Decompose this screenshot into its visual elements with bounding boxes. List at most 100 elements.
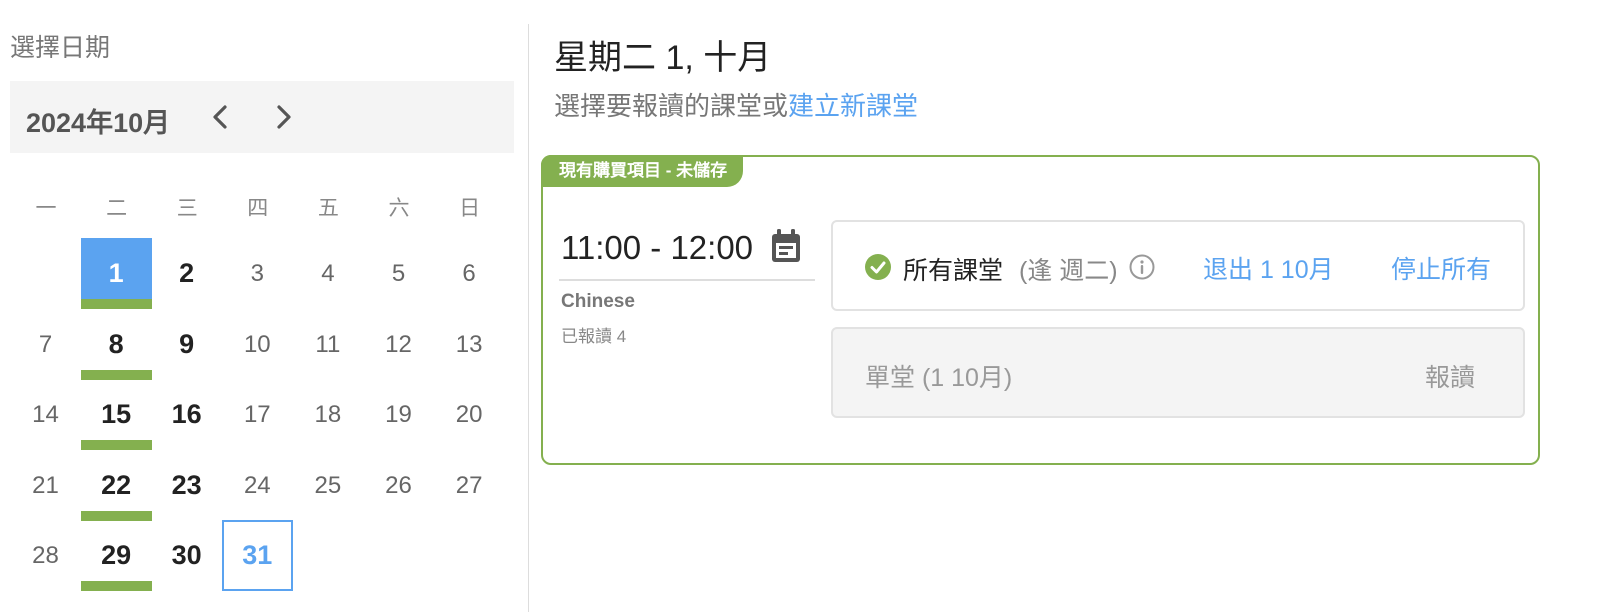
date-picker: 選擇日期 2024年10月 一二三四五六日 1 2 3 4 5 6 7 8 9 10 11 12 13 1…	[10, 0, 514, 612]
stop-all-link[interactable]: 停止所有	[1391, 250, 1491, 286]
calendar-day[interactable]: 5	[363, 238, 434, 309]
calendar-day[interactable]: 4	[292, 238, 363, 309]
calendar-day-number: 20	[455, 401, 483, 429]
calendar-day-number: 23	[171, 469, 202, 500]
class-time: 11:00 - 12:00	[561, 229, 754, 266]
weekday-label: 五	[317, 197, 339, 220]
weekday-label: 一	[35, 197, 57, 220]
calendar-day-number: 18	[314, 401, 342, 429]
calendar-day[interactable]: 25	[292, 450, 363, 521]
calendar-day[interactable]: 29	[80, 520, 152, 592]
calendar-day-number: 25	[314, 471, 342, 499]
calendar-day-number: 7	[38, 330, 53, 358]
option-all-classes[interactable]: 所有課堂 (逢 週二) 退出 1 10月 停止所有	[831, 220, 1525, 311]
enrolled-indicator	[80, 510, 152, 521]
check-circle-icon	[865, 254, 891, 280]
course-name: Chinese	[561, 291, 635, 312]
purchase-card: 現有購買項目 - 未儲存 11:00 - 12:00 Chinese 已報讀 4…	[541, 155, 1540, 465]
selected-date-title: 星期二 1, 十月	[554, 39, 772, 77]
calendar-day-number: 1	[108, 258, 124, 288]
calendar-day-number: 19	[385, 401, 412, 429]
calendar-day-number: 30	[171, 540, 202, 571]
calendar-day-number: 10	[243, 330, 271, 358]
calendar-day-number: 6	[462, 260, 476, 287]
calendar-day[interactable]: 24	[222, 450, 293, 521]
weekday-label: 日	[459, 197, 481, 220]
enrolled-indicator	[80, 299, 152, 309]
calendar-day[interactable]: 17	[222, 379, 293, 450]
weekday-label: 二	[106, 197, 128, 220]
calendar-day[interactable]: 26	[363, 450, 434, 521]
create-class-link[interactable]: 建立新課堂	[788, 91, 918, 121]
calendar-day[interactable]: 6	[434, 238, 505, 309]
panel-divider	[528, 24, 529, 612]
calendar-day[interactable]: 13	[434, 309, 505, 380]
calendar-day-number: 9	[179, 328, 195, 359]
chevron-right-icon	[277, 105, 291, 129]
calendar-day[interactable]: 12	[363, 309, 434, 380]
calendar-day[interactable]: 11	[292, 309, 363, 380]
calendar-day-number: 24	[243, 471, 271, 499]
calendar-day-number: 28	[32, 542, 59, 570]
calendar-day-number: 2	[179, 258, 195, 288]
purchase-status-tag: 現有購買項目 - 未儲存	[541, 155, 744, 187]
month-bar: 2024年10月	[10, 81, 514, 153]
calendar-day[interactable]: 14	[10, 379, 81, 450]
calendar-day[interactable]: 9	[151, 309, 222, 380]
calendar-day[interactable]: 8	[80, 309, 152, 380]
option-single-class[interactable]: 單堂 (1 10月) 報讀	[831, 327, 1525, 418]
calendar-day-number: 15	[101, 399, 132, 430]
calendar-day-number: 31	[242, 540, 273, 571]
calendar-day[interactable]: 2	[151, 238, 222, 309]
calendar-day[interactable]: 21	[10, 450, 81, 521]
weekday-label: 四	[247, 197, 269, 220]
info-icon[interactable]	[1129, 254, 1155, 280]
calendar-day-number: 26	[385, 471, 412, 499]
calendar-day-number: 16	[171, 399, 202, 430]
prev-month-button[interactable]	[206, 99, 236, 135]
calendar-day[interactable]: 10	[222, 309, 293, 380]
calendar-day[interactable]: 18	[292, 379, 363, 450]
month-label: 2024年10月	[26, 108, 171, 138]
calendar-day-number: 8	[108, 328, 124, 359]
calendar-day[interactable]: 16	[151, 379, 222, 450]
calendar-day[interactable]: 28	[10, 520, 81, 591]
calendar-day-number: 21	[32, 471, 59, 499]
chevron-left-icon	[213, 105, 227, 129]
option-all-label: 所有課堂	[903, 257, 1004, 285]
calendar-day[interactable]: 30	[151, 520, 222, 591]
calendar-day-number: 14	[32, 401, 59, 429]
calendar-day-number: 5	[391, 260, 406, 287]
calendar-day[interactable]: 3	[222, 238, 293, 309]
calendar-day[interactable]: 15	[80, 379, 152, 451]
calendar-day-number: 22	[101, 469, 132, 500]
enroll-button[interactable]: 報讀	[1425, 358, 1475, 394]
calendar-day[interactable]: 22	[80, 450, 152, 521]
calendar-day-number: 11	[315, 330, 341, 358]
calendar-day[interactable]: 31	[221, 520, 293, 592]
calendar-day-number: 13	[455, 330, 483, 358]
weekday-label: 三	[176, 197, 198, 220]
calendar-day[interactable]: 7	[10, 309, 81, 380]
weekday-label: 六	[388, 197, 410, 220]
calendar-day-number: 3	[250, 260, 264, 287]
calendar-day-number: 12	[385, 330, 412, 358]
subtitle-text: 選擇要報讀的課堂或	[554, 91, 789, 121]
calendar-day-number: 29	[101, 540, 132, 571]
calendar-day[interactable]: 27	[434, 450, 505, 521]
calendar-day[interactable]: 19	[363, 379, 434, 450]
calendar-day[interactable]: 23	[151, 450, 222, 521]
calendar-day[interactable]: 1	[80, 238, 152, 309]
calendar-day-number: 4	[321, 260, 335, 287]
option-single-label: 單堂 (1 10月)	[865, 364, 1013, 392]
calendar-icon[interactable]	[769, 229, 803, 265]
withdraw-link[interactable]: 退出 1 10月	[1203, 250, 1334, 286]
enrolled-indicator	[80, 581, 152, 592]
next-month-button[interactable]	[268, 99, 298, 135]
calendar-day[interactable]: 20	[434, 379, 505, 450]
enrolled-indicator	[80, 369, 152, 380]
calendar-day-number: 17	[243, 401, 271, 429]
option-all-recurrence: (逢 週二)	[1019, 257, 1118, 285]
time-underline	[559, 279, 815, 281]
subtitle: 選擇要報讀的課堂或建立新課堂	[554, 86, 918, 123]
